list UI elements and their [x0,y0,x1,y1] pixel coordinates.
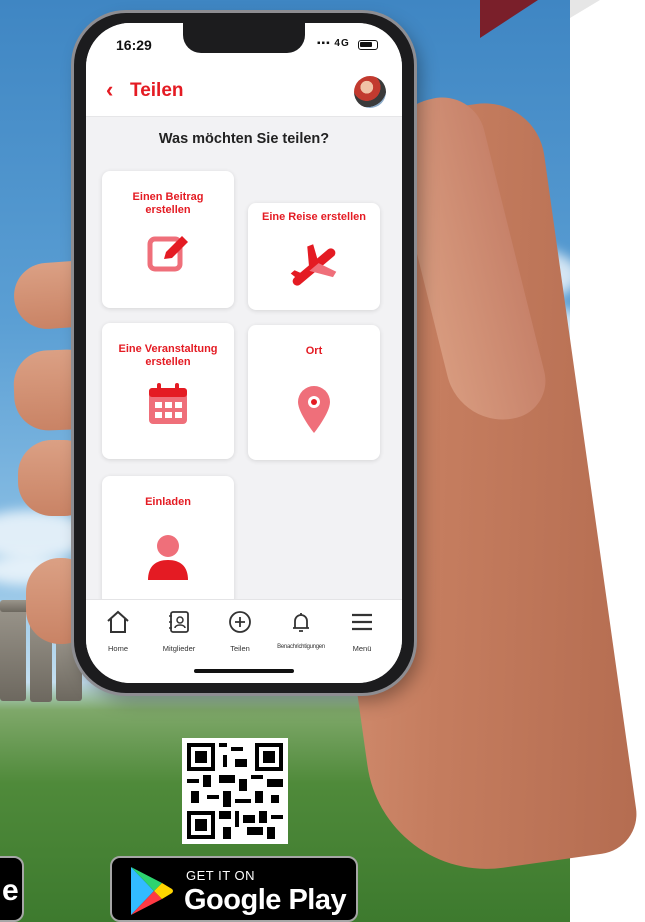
share-question: Was möchten Sie teilen? [158,131,330,147]
avatar[interactable] [354,76,386,108]
google-play-badge[interactable]: GET IT ON Google Play [110,856,358,922]
battery-icon [358,40,378,50]
notch [183,23,305,53]
network-indicator: ▪▪▪ 4G [317,38,350,49]
tab-notifications[interactable]: Benachrichtigungen [271,610,331,650]
status-time: 16:29 [116,37,152,53]
badge-big-text: Google Play [184,884,347,916]
card-create-trip[interactable]: Eine Reise erstellen [248,203,380,310]
card-create-event[interactable]: Eine Veranstaltung erstellen [102,323,234,459]
tab-label: Home [107,644,128,653]
card-label: Einladen [145,496,191,508]
phone-screen: 16:29 ▪▪▪ 4G ‹ Teilen Was möchten Sie te… [86,23,402,683]
card-location[interactable]: Ort [248,325,380,460]
google-play-icon [131,867,173,915]
person-icon [102,532,234,587]
edit-icon [102,229,234,282]
card-create-post[interactable]: Einen Beitrag erstellen [102,171,234,308]
tab-label: Teilen [230,644,250,653]
page-title: Teilen [130,80,184,101]
chevron-left-icon[interactable]: ‹ [106,77,113,103]
home-icon [107,610,129,633]
badge-small-text: GET IT ON [186,868,256,883]
tab-label: Menü [352,644,372,653]
qr-code[interactable] [182,738,288,844]
tab-menu[interactable]: Menü [332,610,392,653]
map-pin-icon [248,385,380,440]
network-label: 4G [334,38,350,49]
card-label: Eine Reise erstellen [262,211,366,223]
card-label: Eine Veranstaltung erstellen [118,343,218,368]
airplane-icon [248,243,380,296]
plus-circle-icon [229,611,251,633]
apple-icon: e [2,874,19,907]
card-label: Einen Beitrag erstellen [132,191,204,216]
card-label: Ort [305,345,323,357]
tab-share[interactable]: Teilen [210,610,270,653]
calendar-icon [102,381,234,432]
corner-decoration [480,0,538,38]
tab-label: Mitglieder [162,644,196,653]
tab-members[interactable]: Mitglieder [149,610,209,653]
menu-icon [352,613,372,631]
tab-home[interactable]: Home [88,610,148,653]
contacts-icon [169,611,189,633]
home-indicator [194,669,294,673]
bell-icon [293,613,309,632]
tab-label: Benachrichtigungen [277,644,325,650]
card-invite[interactable]: Einladen [102,476,234,606]
app-store-badge[interactable]: e [0,856,24,922]
app-header: ‹ Teilen [86,67,402,117]
corner-decoration-grey [570,0,600,18]
